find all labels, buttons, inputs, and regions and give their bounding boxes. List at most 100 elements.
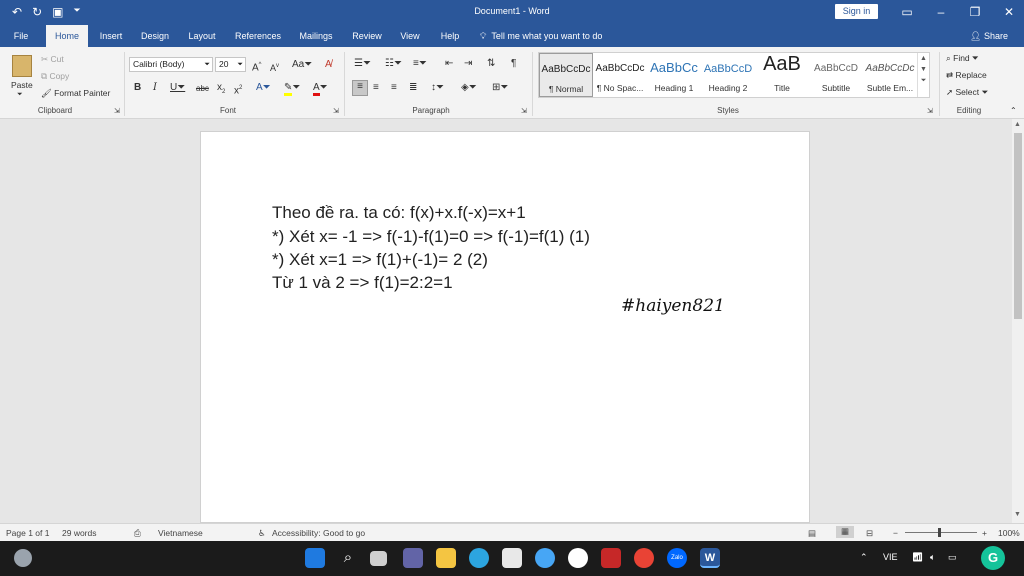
align-right-icon[interactable]: ≡ — [391, 82, 397, 94]
bold-icon[interactable]: B — [134, 82, 141, 94]
styles-scroll-up-icon[interactable]: ▲ — [918, 55, 929, 62]
font-size-box[interactable]: 20 ⏷ — [215, 57, 246, 72]
borders-icon[interactable]: ⊞⏷ — [492, 82, 508, 94]
grow-font-icon[interactable]: A^ — [252, 59, 262, 74]
italic-icon[interactable]: I — [153, 82, 157, 94]
edge-icon[interactable] — [469, 548, 489, 568]
word-count[interactable]: 29 words — [62, 528, 97, 538]
tab-view[interactable]: View — [394, 25, 426, 47]
print-layout-icon[interactable]: ▦ — [836, 526, 854, 538]
line-spacing-icon[interactable]: ↕⏷ — [431, 82, 444, 94]
search-icon[interactable]: ⌕ — [338, 548, 358, 568]
mcafee-icon[interactable] — [601, 548, 621, 568]
wifi-icon[interactable]: 📶︎ — [912, 552, 923, 563]
tab-design[interactable]: Design — [136, 25, 174, 47]
decrease-indent-icon[interactable]: ⇤ — [445, 58, 453, 70]
style-subtitle[interactable]: AaBbCcD Subtitle — [809, 53, 863, 97]
document-page[interactable]: Theo đề ra. ta có: f(x)+x.f(-x)=x+1 *) X… — [200, 131, 810, 523]
styles-launcher-icon[interactable]: ⇲ — [927, 106, 933, 118]
language-indicator[interactable]: Vietnamese — [158, 528, 203, 538]
superscript-icon[interactable]: x2 — [234, 82, 242, 97]
style-no-spacing[interactable]: AaBbCcDc ¶ No Spac... — [593, 53, 647, 97]
zoom-level[interactable]: 100% — [998, 528, 1020, 538]
subscript-icon[interactable]: x2 — [217, 82, 225, 98]
paste-button[interactable]: Paste — [11, 80, 33, 90]
tab-insert[interactable]: Insert — [92, 25, 130, 47]
maximize-button[interactable]: ❐ — [958, 2, 992, 22]
zoom-slider[interactable] — [905, 532, 977, 533]
font-color-icon[interactable]: A⏷ — [313, 82, 328, 96]
tab-file[interactable]: File — [6, 25, 36, 47]
read-mode-icon[interactable]: ▤ — [808, 528, 816, 539]
store-icon[interactable] — [502, 548, 522, 568]
minimize-button[interactable]: – — [924, 2, 958, 22]
share-button[interactable]: 👤︎ Share — [970, 25, 1008, 47]
replace-button[interactable]: ⇄ Replace — [946, 70, 987, 81]
battery-icon[interactable]: ▭ — [948, 552, 957, 563]
tab-mailings[interactable]: Mailings — [294, 25, 338, 47]
strikethrough-icon[interactable]: abc — [196, 83, 209, 95]
scroll-thumb[interactable] — [1014, 133, 1022, 319]
text-effects-icon[interactable]: A⏷ — [256, 82, 271, 94]
sort-icon[interactable]: ⇅ — [487, 58, 495, 70]
style-title[interactable]: AaB Title — [755, 53, 809, 97]
justify-icon[interactable]: ≣ — [409, 82, 417, 94]
collapse-ribbon-icon[interactable]: ⌃ — [1010, 105, 1017, 117]
tab-review[interactable]: Review — [348, 25, 386, 47]
select-button[interactable]: ➚ Select ⏷ — [946, 87, 988, 98]
style-subtle-emphasis[interactable]: AaBbCcDc Subtle Em... — [863, 53, 917, 97]
styles-scroll-down-icon[interactable]: ▼ — [918, 66, 929, 73]
chrome-icon[interactable] — [634, 548, 654, 568]
app-icon[interactable] — [535, 548, 555, 568]
highlight-icon[interactable]: ✎⏷ — [284, 82, 300, 96]
task-view-icon[interactable] — [370, 551, 387, 566]
increase-indent-icon[interactable]: ⇥ — [464, 58, 472, 70]
signature-text[interactable]: #haiyen821 — [621, 296, 725, 316]
zoom-in-icon[interactable]: + — [982, 528, 987, 538]
web-layout-icon[interactable]: ⊟ — [866, 528, 873, 539]
scroll-down-icon[interactable]: ▼ — [1014, 511, 1021, 518]
accessibility-icon[interactable]: ♿︎ — [258, 528, 266, 539]
style-heading-2[interactable]: AaBbCcD Heading 2 — [701, 53, 755, 97]
pilcrow-icon[interactable]: ¶ — [511, 58, 516, 70]
tab-help[interactable]: Help — [434, 25, 466, 47]
page-count[interactable]: Page 1 of 1 — [6, 528, 49, 538]
paragraph-launcher-icon[interactable]: ⇲ — [521, 106, 527, 118]
paste-dropdown-icon[interactable]: ⏷ — [17, 91, 23, 99]
scroll-up-icon[interactable]: ▲ — [1014, 121, 1021, 128]
input-language[interactable]: VIE — [883, 552, 898, 562]
zoom-out-icon[interactable]: − — [893, 528, 898, 538]
tab-home[interactable]: Home — [46, 25, 88, 47]
styles-more-icon[interactable]: ⏷ — [918, 77, 929, 85]
bullets-icon[interactable]: ☰⏷ — [354, 58, 371, 70]
tell-me-search[interactable]: 💡︎ Tell me what you want to do — [480, 25, 602, 47]
chat-icon[interactable] — [403, 548, 423, 568]
font-launcher-icon[interactable]: ⇲ — [333, 106, 339, 118]
style-heading-1[interactable]: AaBbCc Heading 1 — [647, 53, 701, 97]
vertical-scrollbar[interactable]: ▲ ▼ — [1012, 119, 1024, 523]
align-left-icon[interactable]: ≡ — [352, 80, 368, 96]
ribbon-display-icon[interactable]: ▭ — [890, 2, 924, 22]
copy-button[interactable]: ⧉ Copy — [41, 71, 69, 82]
multilevel-list-icon[interactable]: ≡⏷ — [413, 58, 427, 70]
change-case-icon[interactable]: Aa⏷ — [292, 59, 312, 71]
align-center-icon[interactable]: ≡ — [373, 82, 379, 94]
grammarly-icon[interactable]: G — [981, 546, 1005, 570]
format-painter-button[interactable]: 🖌︎ Format Painter — [41, 88, 110, 99]
volume-icon[interactable]: 🔈︎ — [930, 552, 935, 563]
font-name-box[interactable]: Calibri (Body) ⏷ — [129, 57, 213, 72]
document-line[interactable]: Theo đề ra. ta có: f(x)+x.f(-x)=x+1 — [272, 203, 526, 223]
word-icon[interactable]: W — [700, 548, 720, 568]
close-button[interactable]: ✕ — [992, 2, 1024, 22]
shrink-font-icon[interactable]: Av — [270, 60, 279, 74]
zalo-icon[interactable]: Zalo — [667, 548, 687, 568]
proofing-icon[interactable]: ⎙ — [134, 528, 141, 539]
cut-button[interactable]: ✂ Cut — [41, 54, 64, 65]
document-line[interactable]: *) Xét x= -1 => f(-1)-f(1)=0 => f(-1)=f(… — [272, 227, 590, 247]
shading-icon[interactable]: ◈⏷ — [461, 82, 477, 94]
clipboard-launcher-icon[interactable]: ⇲ — [114, 106, 120, 118]
document-line[interactable]: *) Xét x=1 => f(1)+(-1)= 2 (2) — [272, 250, 488, 270]
tab-references[interactable]: References — [232, 25, 284, 47]
file-explorer-icon[interactable] — [436, 548, 456, 568]
style-normal[interactable]: AaBbCcDc ¶ Normal — [539, 53, 593, 97]
